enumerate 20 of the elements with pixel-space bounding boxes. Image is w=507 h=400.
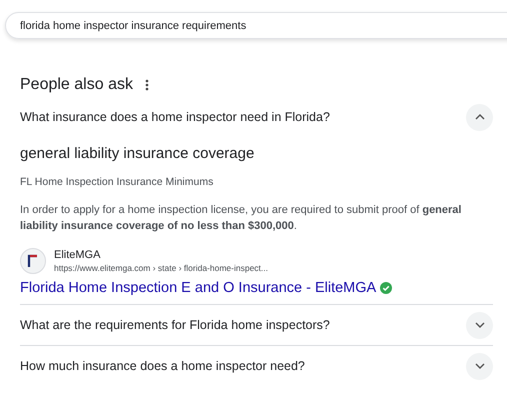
site-name: EliteMGA xyxy=(54,249,102,261)
chevron-up-icon xyxy=(474,114,484,120)
question-text[interactable]: What insurance does a home inspector need in Florida? xyxy=(20,110,330,124)
site-url: https://www.elitemga.com › state › florida-home-inspect... xyxy=(54,263,268,273)
result-link[interactable]: Florida Home Inspection E and O Insurance - EliteMGA xyxy=(20,280,376,296)
site-logo-icon xyxy=(20,248,46,274)
question-text[interactable]: How much insurance does a home inspector need? xyxy=(20,359,305,373)
expand-button[interactable] xyxy=(466,104,493,130)
search-field[interactable]: florida home inspector insurance requirements xyxy=(5,12,507,39)
answer-subtitle: FL Home Inspection Insurance Minimums xyxy=(20,176,214,188)
section-title: People also ask xyxy=(20,76,133,94)
chevron-down-icon xyxy=(474,322,484,328)
answer-title: general liability insurance coverage xyxy=(20,145,256,162)
more-options-icon[interactable] xyxy=(144,79,149,91)
expand-button[interactable] xyxy=(466,312,493,338)
question-text[interactable]: What are the requirements for Florida home inspectors? xyxy=(20,318,330,332)
chevron-down-icon xyxy=(474,363,484,369)
expand-button[interactable] xyxy=(466,352,493,380)
search-query: florida home inspector insurance requirements xyxy=(20,20,246,32)
answer-paragraph: In order to apply for a home inspection license, you are required to submit proof of general liability insurance coverage of no less than $300,000. xyxy=(20,203,462,234)
